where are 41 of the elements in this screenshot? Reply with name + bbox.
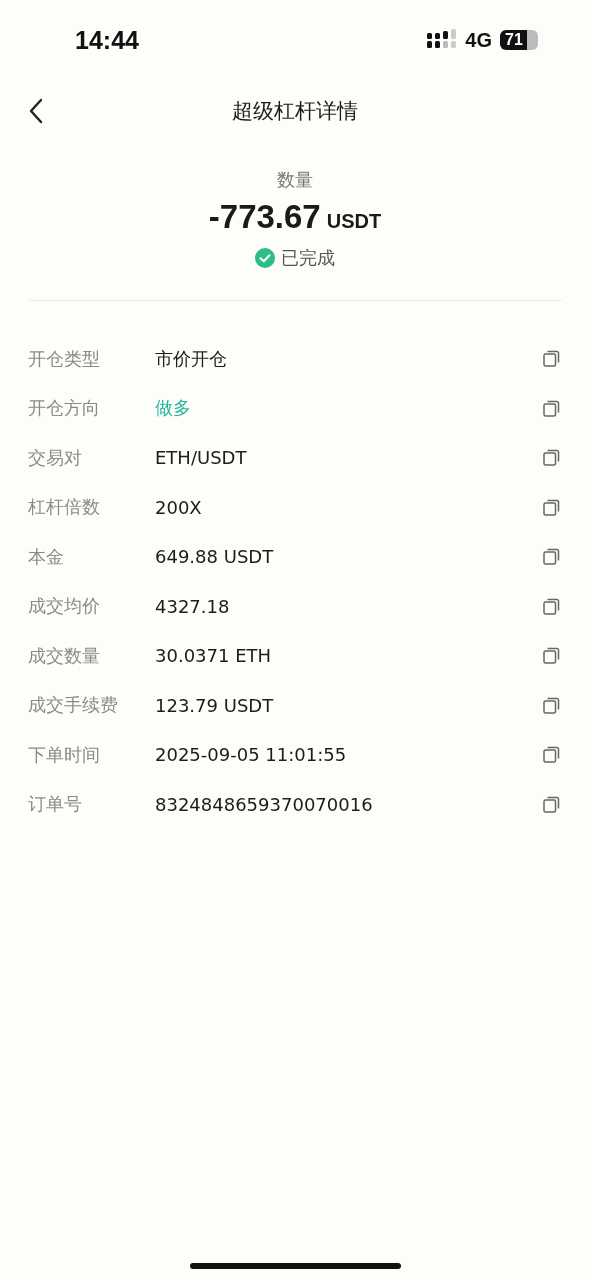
detail-value: ETH/USDT (155, 447, 248, 469)
detail-value: 30.0371 ETH (155, 645, 273, 667)
detail-value: 做多 (155, 396, 192, 421)
copy-icon[interactable] (543, 350, 560, 368)
status-text: 已完成 (281, 246, 335, 270)
detail-label: 订单号 (28, 792, 83, 817)
network-label: 4G (465, 28, 492, 52)
detail-value: 649.88 USDT (155, 546, 275, 568)
copy-icon[interactable] (543, 597, 560, 615)
battery-icon: 71 (500, 30, 538, 50)
back-icon[interactable] (29, 98, 43, 124)
detail-label: 开仓方向 (28, 396, 101, 421)
detail-value: 123.79 USDT (155, 694, 275, 716)
copy-icon[interactable] (543, 449, 560, 467)
detail-label: 成交数量 (28, 643, 101, 668)
amount-label: 数量 (277, 168, 313, 192)
check-icon (255, 248, 275, 268)
detail-value: 8324848659370070016 (155, 793, 374, 815)
copy-icon[interactable] (543, 746, 560, 764)
copy-icon[interactable] (543, 647, 560, 665)
amount-value: -773.67 (208, 198, 321, 236)
detail-value: 4327.18 (155, 595, 231, 617)
detail-label: 下单时间 (28, 742, 101, 767)
detail-value: 200X (155, 496, 203, 518)
detail-label: 开仓类型 (28, 346, 101, 371)
status-time: 14:44 (75, 25, 139, 55)
detail-label: 成交均价 (28, 594, 101, 619)
detail-value: 2025-09-05 11:01:55 (155, 744, 348, 766)
detail-label: 交易对 (28, 445, 83, 470)
amount-unit: USDT (326, 210, 382, 233)
detail-value: 市价开仓 (155, 346, 228, 371)
copy-icon[interactable] (543, 498, 560, 516)
copy-icon[interactable] (543, 696, 560, 714)
copy-icon[interactable] (543, 795, 560, 813)
copy-icon[interactable] (543, 399, 560, 417)
detail-label: 本金 (28, 544, 65, 569)
detail-label: 杠杆倍数 (28, 495, 101, 520)
detail-label: 成交手续费 (28, 693, 119, 718)
page-title: 超级杠杆详情 (232, 98, 358, 125)
copy-icon[interactable] (543, 548, 560, 566)
signal-icon (427, 29, 458, 51)
